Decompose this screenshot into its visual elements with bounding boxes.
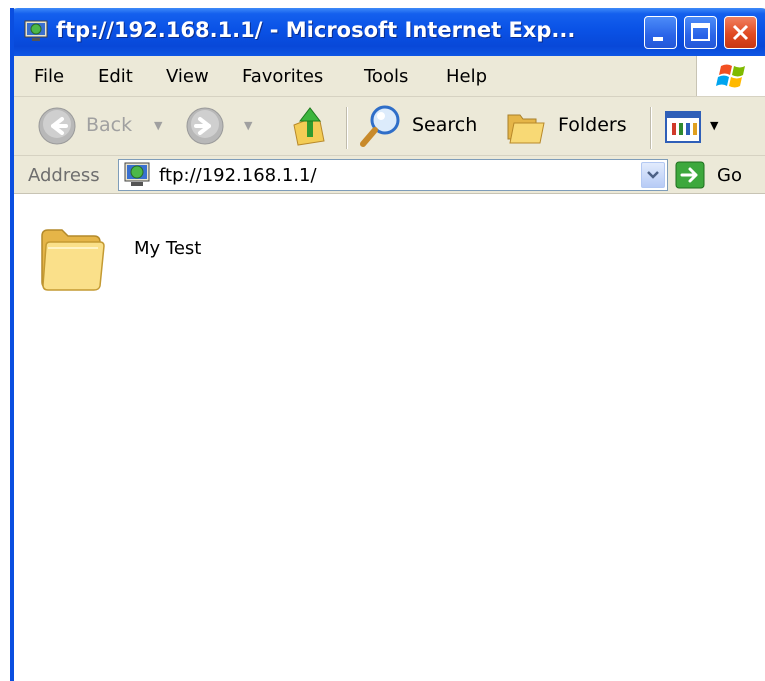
folders-button[interactable]: Folders	[504, 103, 634, 149]
window-title: ftp://192.168.1.1/ - Microsoft Internet …	[56, 18, 576, 42]
ftp-folder-view: My Test	[14, 193, 765, 681]
menu-file[interactable]: File	[34, 66, 64, 87]
views-button[interactable]: ▼	[664, 107, 728, 147]
title-bar[interactable]: ftp://192.168.1.1/ - Microsoft Internet …	[14, 8, 765, 56]
address-label: Address	[28, 165, 100, 186]
folder-icon	[41, 229, 105, 291]
up-button[interactable]	[290, 103, 330, 149]
forward-arrow-icon	[186, 107, 224, 145]
views-icon	[665, 111, 701, 143]
maximize-icon	[691, 23, 710, 41]
address-value: ftp://192.168.1.1/	[159, 165, 317, 186]
toolbar-separator	[346, 107, 348, 149]
chevron-down-icon	[647, 171, 659, 179]
go-button[interactable]: Go	[674, 160, 758, 190]
address-input[interactable]: ftp://192.168.1.1/	[118, 159, 668, 191]
menu-help[interactable]: Help	[446, 66, 487, 87]
close-icon	[732, 24, 749, 41]
close-button[interactable]	[724, 16, 757, 49]
folder-label: My Test	[134, 238, 202, 259]
back-dropdown-icon: ▼	[154, 119, 163, 132]
up-folder-icon	[293, 107, 325, 146]
menu-bar: File Edit View Favorites Tools Help	[14, 56, 765, 97]
browser-window: ftp://192.168.1.1/ - Microsoft Internet …	[10, 8, 765, 681]
ftp-globe-icon	[124, 162, 150, 186]
menu-view[interactable]: View	[166, 66, 209, 87]
address-dropdown-button[interactable]	[641, 162, 665, 188]
menu-favorites[interactable]: Favorites	[242, 66, 323, 87]
menu-tools[interactable]: Tools	[364, 66, 408, 87]
search-label: Search	[412, 114, 478, 136]
search-button[interactable]: Search	[358, 103, 488, 149]
address-bar: Address ftp://192.168.1.1/ Go	[14, 156, 765, 194]
forward-dropdown-icon: ▼	[244, 119, 253, 132]
back-label: Back	[86, 114, 133, 136]
go-label: Go	[717, 165, 742, 186]
menu-edit[interactable]: Edit	[98, 66, 133, 87]
ftp-globe-icon	[24, 20, 48, 42]
toolbar-buttons-row: Back ▼ ▼ Search Folders ▼	[14, 97, 765, 156]
folders-label: Folders	[558, 114, 627, 136]
list-item[interactable]: My Test	[14, 194, 274, 304]
back-arrow-icon	[38, 107, 76, 145]
toolbar-separator	[650, 107, 652, 149]
maximize-button[interactable]	[684, 16, 717, 49]
standard-toolbar: Back ▼ ▼ Search Folders ▼ Address ftp://…	[14, 97, 765, 193]
search-icon	[360, 105, 400, 147]
folders-icon	[507, 114, 545, 144]
minimize-icon	[653, 37, 663, 41]
views-dropdown-icon: ▼	[710, 119, 719, 132]
go-arrow-icon	[675, 161, 705, 189]
back-button[interactable]: Back ▼	[32, 105, 172, 147]
forward-button[interactable]: ▼	[184, 105, 264, 147]
windows-flag-icon	[696, 56, 765, 96]
minimize-button[interactable]	[644, 16, 677, 49]
